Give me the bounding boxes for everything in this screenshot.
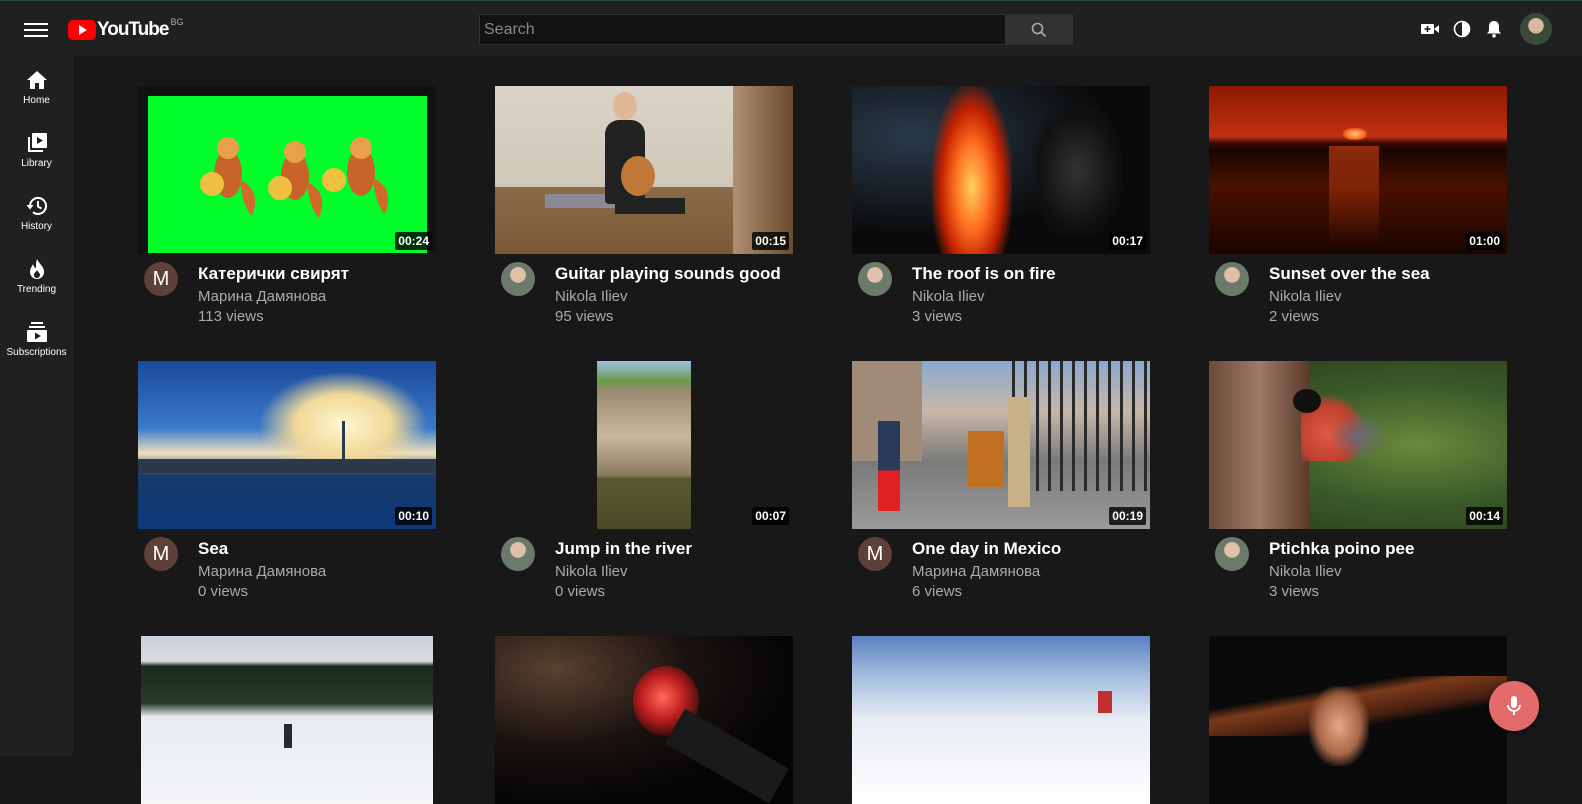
video-title[interactable]: Ptichka poino pee (1269, 539, 1414, 559)
video-thumbnail[interactable]: 00:15 (495, 86, 793, 254)
video-duration: 00:07 (752, 507, 789, 525)
subscriptions-icon (26, 322, 47, 342)
sidebar-item-trending[interactable]: Trending (0, 245, 73, 308)
channel-avatar[interactable]: M (858, 537, 892, 571)
view-count: 95 views (555, 308, 614, 325)
video-card[interactable]: 00:17 The roof is on fire Nikola Iliev 3… (852, 86, 1150, 334)
video-thumbnail[interactable] (1209, 636, 1507, 804)
scrollbar[interactable] (1568, 56, 1582, 756)
channel-name[interactable]: Nikola Iliev (912, 288, 985, 305)
view-count: 3 views (1269, 583, 1320, 600)
channel-avatar[interactable]: M (144, 537, 178, 571)
video-card[interactable]: 00:24 M Катерички свирят Марина Дамянова… (138, 86, 436, 334)
channel-name[interactable]: Nikola Iliev (555, 288, 628, 305)
channel-avatar[interactable] (1215, 537, 1249, 571)
logo-country: BG (170, 17, 184, 27)
video-title[interactable]: Guitar playing sounds good (555, 264, 781, 284)
top-bar: YouTube BG (0, 0, 1582, 56)
video-card[interactable]: 00:07 Jump in the river Nikola Iliev 0 v… (495, 361, 793, 609)
view-count: 113 views (198, 308, 264, 325)
home-icon (26, 71, 47, 89)
sidebar-item-label: Library (21, 158, 52, 169)
video-card[interactable]: 00:15 Guitar playing sounds good Nikola … (495, 86, 793, 334)
notifications-bell-icon[interactable] (1484, 13, 1504, 45)
sidebar: Home Library History Trending Subscripti… (0, 56, 73, 756)
channel-name[interactable]: Марина Дамянова (912, 563, 1040, 580)
user-avatar[interactable] (1520, 13, 1552, 45)
video-card[interactable] (138, 636, 436, 804)
search-bar (479, 14, 1073, 45)
youtube-play-icon (68, 20, 96, 40)
channel-name[interactable]: Марина Дамянова (198, 563, 326, 580)
channel-name[interactable]: Nikola Iliev (1269, 288, 1342, 305)
voice-search-button[interactable] (1489, 681, 1539, 731)
channel-name[interactable]: Марина Дамянова (198, 288, 326, 305)
video-card[interactable]: 00:14 Ptichka poino pee Nikola Iliev 3 v… (1209, 361, 1507, 609)
history-icon (26, 197, 47, 215)
video-card[interactable] (852, 636, 1150, 804)
video-thumbnail[interactable]: 01:00 (1209, 86, 1507, 254)
youtube-logo[interactable]: YouTube BG (68, 17, 184, 42)
video-duration: 00:24 (395, 232, 432, 250)
video-thumbnail[interactable]: 00:17 (852, 86, 1150, 254)
video-duration: 01:00 (1466, 232, 1503, 250)
channel-avatar[interactable] (1215, 262, 1249, 296)
hamburger-menu-icon[interactable] (24, 19, 48, 39)
video-thumbnail[interactable]: 00:19 (852, 361, 1150, 529)
video-title[interactable]: One day in Mexico (912, 539, 1061, 559)
video-thumbnail[interactable]: 00:24 (138, 86, 436, 254)
trending-icon (29, 259, 44, 279)
video-thumbnail[interactable] (138, 636, 436, 804)
sidebar-item-home[interactable]: Home (0, 56, 73, 119)
video-duration: 00:19 (1109, 507, 1146, 525)
video-thumbnail[interactable] (495, 636, 793, 804)
video-thumbnail[interactable] (852, 636, 1150, 804)
sidebar-item-label: Trending (16, 284, 57, 295)
channel-avatar[interactable] (501, 537, 535, 571)
logo-text: YouTube (97, 19, 169, 40)
video-thumbnail[interactable]: 00:10 (138, 361, 436, 529)
video-card[interactable]: 01:00 Sunset over the sea Nikola Iliev 2… (1209, 86, 1507, 334)
video-title[interactable]: The roof is on fire (912, 264, 1056, 284)
view-count: 0 views (198, 583, 249, 600)
sidebar-item-subscriptions[interactable]: Subscriptions (0, 308, 73, 371)
video-title[interactable]: Sunset over the sea (1269, 264, 1430, 284)
search-icon (1031, 22, 1047, 37)
video-card[interactable]: 00:19 M One day in Mexico Марина Дамянов… (852, 361, 1150, 609)
video-duration: 00:15 (752, 232, 789, 250)
sidebar-item-library[interactable]: Library (0, 119, 73, 182)
microphone-icon (1507, 696, 1521, 715)
video-card[interactable] (1209, 636, 1507, 804)
channel-name[interactable]: Nikola Iliev (1269, 563, 1342, 580)
view-count: 6 views (912, 583, 963, 600)
upload-video-icon[interactable] (1420, 13, 1440, 45)
view-count: 0 views (555, 583, 606, 600)
video-title[interactable]: Jump in the river (555, 539, 692, 559)
sidebar-item-label: Subscriptions (6, 347, 67, 358)
search-input[interactable] (479, 14, 1006, 45)
channel-avatar[interactable] (501, 262, 535, 296)
sidebar-item-label: Home (23, 95, 50, 106)
video-thumbnail[interactable]: 00:07 (495, 361, 793, 529)
video-title[interactable]: Катерички свирят (198, 264, 349, 284)
theme-toggle-icon[interactable] (1452, 13, 1472, 45)
channel-avatar[interactable]: M (144, 262, 178, 296)
library-icon (27, 133, 47, 152)
channel-name[interactable]: Nikola Iliev (555, 563, 628, 580)
view-count: 2 views (1269, 308, 1320, 325)
search-button[interactable] (1006, 14, 1073, 45)
video-title[interactable]: Sea (198, 539, 228, 559)
sidebar-item-history[interactable]: History (0, 182, 73, 245)
sidebar-item-label: History (20, 221, 53, 232)
video-card[interactable]: 00:10 M Sea Марина Дамянова 0 views (138, 361, 436, 609)
video-duration: 00:10 (395, 507, 432, 525)
video-duration: 00:17 (1109, 232, 1146, 250)
video-thumbnail[interactable]: 00:14 (1209, 361, 1507, 529)
video-card[interactable] (495, 636, 793, 804)
view-count: 3 views (912, 308, 963, 325)
channel-avatar[interactable] (858, 262, 892, 296)
video-duration: 00:14 (1466, 507, 1503, 525)
